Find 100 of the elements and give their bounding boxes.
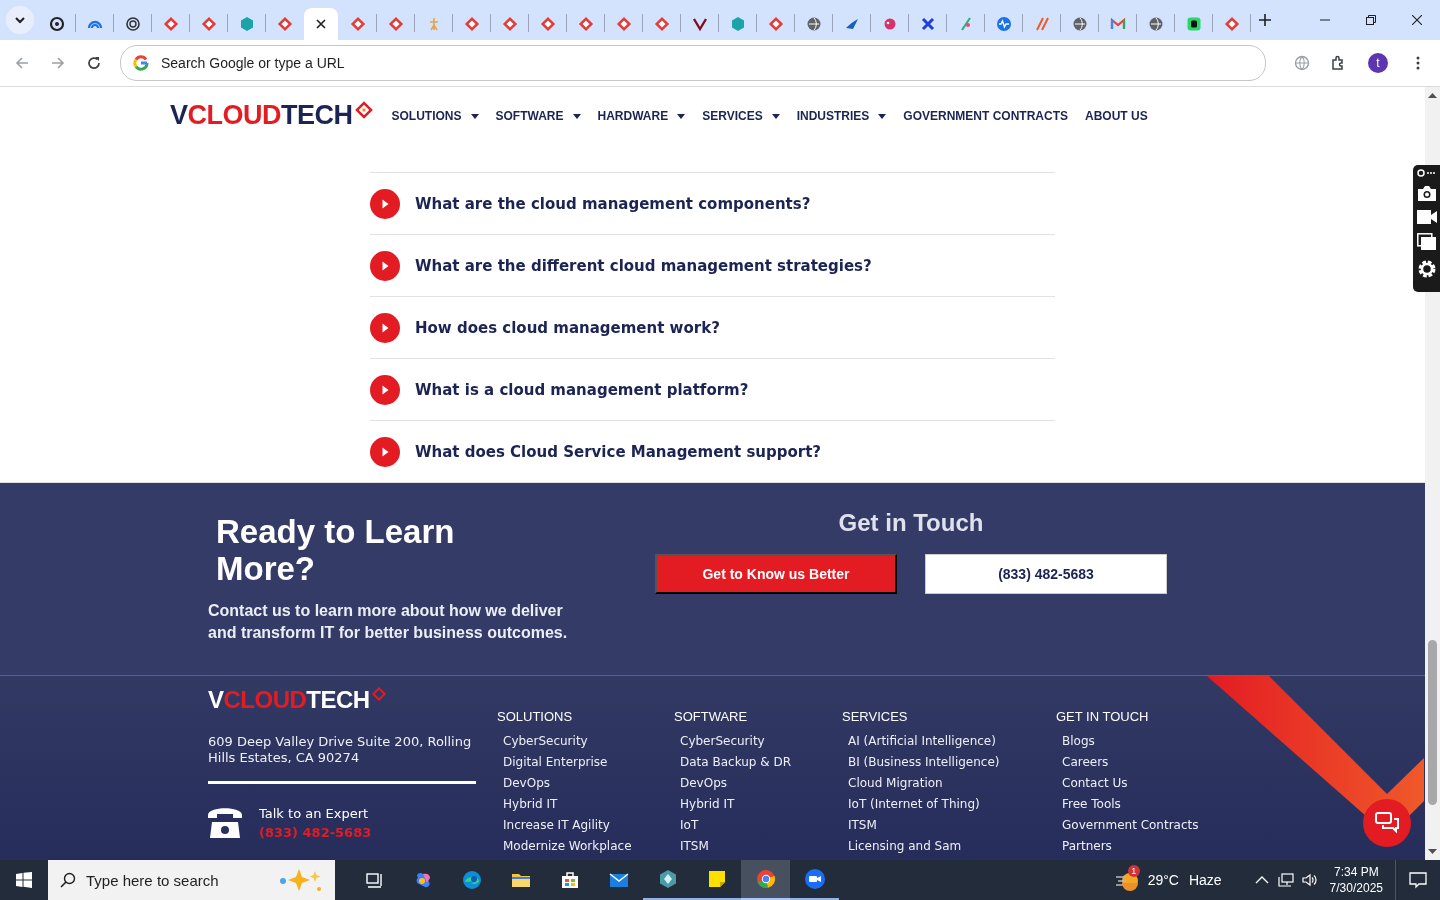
restore-icon <box>1366 15 1376 25</box>
color-ring-icon <box>133 55 149 71</box>
caret-icon <box>14 14 26 26</box>
swirl-icon <box>124 16 141 32</box>
cross-icon <box>919 16 936 32</box>
chat-icon <box>1375 812 1399 834</box>
temperature: 29°C <box>1147 872 1179 888</box>
footer-link[interactable]: CyberSecurity <box>503 732 674 753</box>
taskbar-clock[interactable]: 7:34 PM 7/30/2025 <box>1329 864 1383 896</box>
footer-link[interactable]: Hybrid IT <box>503 795 674 816</box>
cta-heading: Ready to Learn More? <box>216 513 456 587</box>
column-heading: GET IN TOUCH <box>1056 709 1150 724</box>
footer-link[interactable]: ITSM <box>848 816 1056 837</box>
play-icon <box>370 436 400 467</box>
search-icon <box>60 872 76 888</box>
faq-item[interactable]: What are the different cloud management strategies? <box>370 234 1055 296</box>
square-icon <box>1185 16 1202 32</box>
nav-link[interactable]: GOVERNMENT CONTRACTS <box>903 109 1069 123</box>
nav-link[interactable]: SERVICES <box>702 109 780 123</box>
contact-heading: Get in Touch <box>838 509 984 537</box>
footer-link[interactable]: Increase IT Agility <box>503 816 674 837</box>
notification-badge: 1 <box>1127 865 1140 877</box>
footer-address: 609 Deep Valley Drive Suite 200, Rolling Hills Estates, CA 90274 <box>208 734 473 766</box>
scroll-down-icon <box>1428 849 1437 855</box>
globe-icon <box>1147 16 1164 32</box>
close-icon <box>1412 15 1422 25</box>
footer-link[interactable]: Modernize Workplace <box>503 837 674 858</box>
contact-label: Talk to an Expert <box>259 806 370 821</box>
faq-item[interactable]: How does cloud management work? <box>370 296 1055 358</box>
faq-item[interactable]: What are the cloud management components? <box>370 172 1055 234</box>
footer-link[interactable]: Cloud Migration <box>848 774 1056 795</box>
hexagon-icon <box>657 869 678 889</box>
profile-avatar[interactable]: t <box>1368 53 1388 73</box>
footer-link[interactable]: Hybrid IT <box>680 795 842 816</box>
camera-icon[interactable] <box>1417 186 1436 201</box>
back-icon <box>14 55 30 71</box>
phone-button[interactable]: (833) 482-5683 <box>925 554 1167 594</box>
close-icon <box>316 19 326 29</box>
chat-button[interactable] <box>1363 799 1411 847</box>
nav-link[interactable]: SOFTWARE <box>495 109 581 123</box>
globe-icon <box>1071 16 1088 32</box>
footer-link[interactable]: IoT (Internet of Thing) <box>848 795 1056 816</box>
extensions-icon <box>1330 55 1346 71</box>
column-heading: SOFTWARE <box>674 709 749 724</box>
ring-icon <box>48 16 65 32</box>
footer-link[interactable]: Careers <box>1062 753 1216 774</box>
envelope-icon <box>1109 16 1126 32</box>
address-placeholder: Search Google or type a URL <box>161 55 345 71</box>
column-heading: SERVICES <box>842 709 909 724</box>
footer-link[interactable]: Contact Us <box>1062 774 1216 795</box>
windows-icon[interactable] <box>1417 233 1436 250</box>
slash-icon <box>1033 16 1050 32</box>
address-field[interactable]: Search Google or type a URL <box>120 45 1266 81</box>
footer-link[interactable]: Government Contracts <box>1062 816 1216 837</box>
forward-icon <box>50 55 66 71</box>
footer-link[interactable]: Blogs <box>1062 732 1216 753</box>
footer-link[interactable]: IoT <box>680 816 842 837</box>
nav-link[interactable]: INDUSTRIES <box>796 109 887 123</box>
footer-link[interactable]: Licensing and Sam <box>848 837 1056 858</box>
note-icon <box>706 869 727 889</box>
footer-logo[interactable]: VCLOUDTECH <box>208 686 387 714</box>
logo[interactable]: VCLOUDTECH <box>170 99 374 131</box>
translate-icon <box>1294 55 1310 71</box>
footer-link[interactable]: ITSM <box>680 837 842 858</box>
nav-link[interactable]: ABOUT US <box>1085 109 1148 123</box>
footer-link[interactable]: BI (Business Intelligence) <box>848 753 1056 774</box>
wave-icon <box>461 870 482 890</box>
play-icon <box>370 374 400 405</box>
plus-icon <box>1259 14 1271 26</box>
more-icon[interactable] <box>1416 169 1437 177</box>
footer-link[interactable]: DevOps <box>503 774 674 795</box>
task-view-icon <box>363 870 384 890</box>
footer-link[interactable]: Partners <box>1062 837 1216 858</box>
footer-link[interactable]: Data Backup & DR <box>680 753 842 774</box>
video-icon[interactable] <box>1416 210 1437 224</box>
envelope-icon <box>608 870 629 890</box>
footer-link[interactable]: Digital Enterprise <box>503 753 674 774</box>
nav-link[interactable]: HARDWARE <box>597 109 686 123</box>
footer-link[interactable]: AI (Artificial Intelligence) <box>848 732 1056 753</box>
scrollbar-thumb[interactable] <box>1428 640 1437 805</box>
learn-more-button[interactable]: Get to Know us Better <box>655 554 897 594</box>
faq-item[interactable]: What is a cloud management platform? <box>370 358 1055 420</box>
settings-icon[interactable] <box>1416 259 1437 279</box>
pulse-icon <box>995 16 1012 32</box>
play-icon <box>370 250 400 281</box>
chevron-icon <box>691 16 708 32</box>
footer-link[interactable]: CyberSecurity <box>680 732 842 753</box>
telephone-icon <box>208 806 242 838</box>
taskbar-search-field[interactable]: Type here to search <box>48 860 335 900</box>
hexagon-icon <box>729 16 746 32</box>
video-icon <box>804 869 825 889</box>
footer-link[interactable]: Free Tools <box>1062 795 1216 816</box>
nav-link[interactable]: SOLUTIONS <box>391 109 479 123</box>
network-icon[interactable] <box>1277 872 1294 888</box>
column-heading: SOLUTIONS <box>497 709 574 724</box>
volume-icon[interactable] <box>1301 872 1318 888</box>
ring-icon <box>755 869 776 889</box>
weather-condition: Haze <box>1188 872 1222 888</box>
footer-link[interactable]: DevOps <box>680 774 842 795</box>
tab-search-button[interactable] <box>6 6 34 34</box>
